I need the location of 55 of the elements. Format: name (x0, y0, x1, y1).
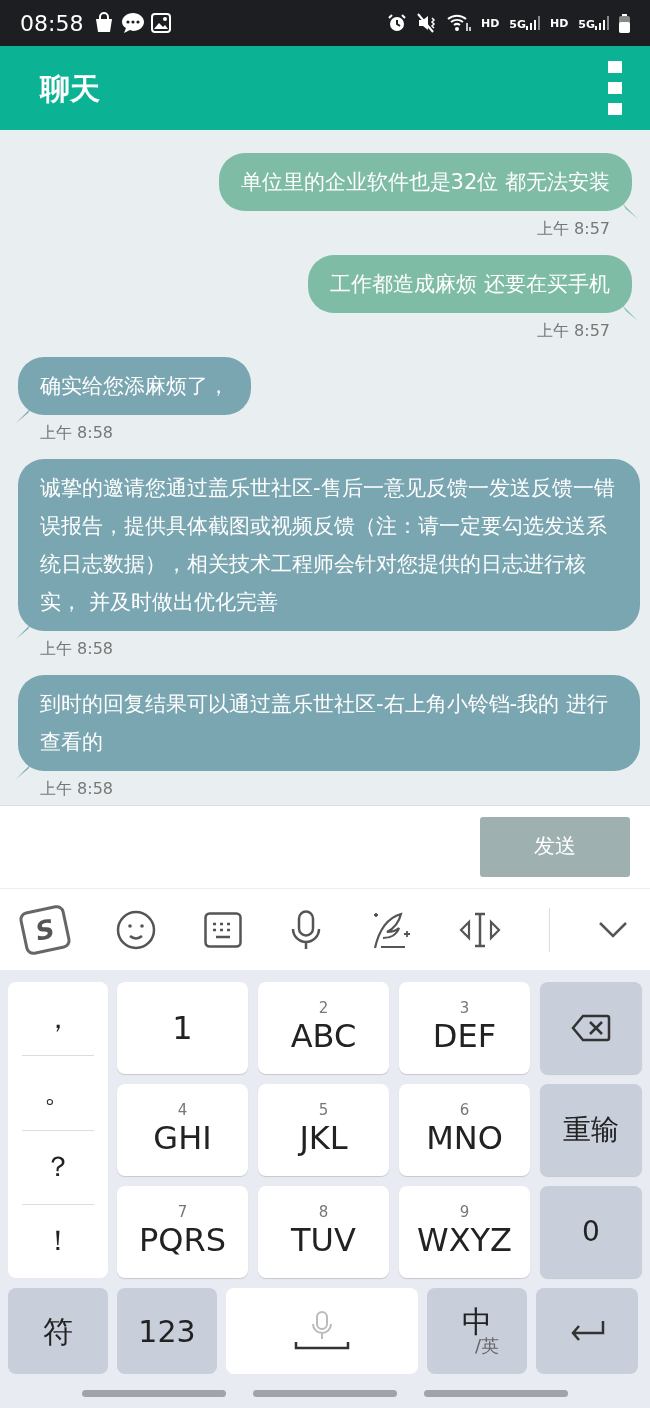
ime-logo-icon[interactable]: S (17, 903, 73, 956)
status-time: 08:58 (20, 9, 84, 38)
wifi-icon (446, 13, 471, 33)
microphone-icon (311, 1311, 333, 1341)
cursor-move-icon[interactable] (458, 911, 501, 948)
network-label: 5G (578, 19, 595, 30)
space-bar-icon (294, 1341, 350, 1351)
message-bubble: 确实给您添麻烦了， (18, 357, 251, 415)
collapse-chevron-icon[interactable] (598, 920, 628, 939)
punctuation-key[interactable]: 。 (22, 1056, 94, 1131)
message-time: 上午 8:57 (537, 218, 610, 240)
message-time: 上午 8:58 (40, 778, 113, 800)
emoji-icon[interactable] (116, 909, 157, 950)
message-bubble: 到时的回复结果可以通过盖乐世社区-右上角小铃铛-我的 进行查看的 (18, 675, 640, 771)
message-bubble: 单位里的企业软件也是32位 都无法安装 (218, 153, 632, 211)
backspace-icon (571, 1014, 611, 1042)
keyboard-key[interactable]: 1 (117, 982, 248, 1074)
language-key[interactable]: 中 /英 (427, 1288, 527, 1374)
punctuation-key[interactable]: ？ (22, 1130, 94, 1205)
keyboard-key[interactable]: 7 PQRS (117, 1186, 248, 1278)
message-bubble: 工作都造成麻烦 还要在买手机 (308, 255, 632, 313)
keyboard-key[interactable]: 重输 (540, 1084, 642, 1176)
image-icon (151, 13, 172, 33)
punctuation-key[interactable]: ， (22, 982, 94, 1057)
microphone-icon[interactable] (290, 909, 323, 950)
signal-icon (595, 16, 609, 30)
keyboard-key[interactable]: 符 (8, 1288, 108, 1374)
message-time: 上午 8:58 (40, 638, 113, 660)
keyboard-key[interactable]: 8 TUV (258, 1186, 389, 1278)
keyboard-key[interactable]: 9 WXYZ (399, 1186, 530, 1278)
header-title: 聊天 (40, 69, 100, 108)
keyboard-key[interactable]: 2 ABC (258, 982, 389, 1074)
network-label: HD (549, 17, 569, 29)
keyboard-key[interactable]: 5 JKL (258, 1084, 389, 1176)
network-label: 5G (509, 19, 526, 30)
battery-icon (619, 13, 630, 33)
keyboard-key[interactable]: 123 (117, 1288, 217, 1374)
bubble-tail-icon (622, 305, 638, 321)
signal-icon (525, 16, 540, 30)
mute-icon (416, 13, 437, 33)
bubble-tail-icon (622, 203, 638, 219)
keyboard-key[interactable]: 3 DEF (399, 982, 530, 1074)
backspace-key[interactable] (540, 982, 642, 1074)
keyboard-key[interactable]: 0 (540, 1186, 642, 1278)
keyboard-icon[interactable] (204, 911, 243, 948)
chat-bubble-icon (121, 12, 146, 34)
more-menu-icon[interactable] (608, 61, 622, 115)
message-time: 上午 8:58 (40, 422, 113, 444)
keyboard-key[interactable]: 4 GHI (117, 1084, 248, 1176)
keyboard-key[interactable]: 6 MNO (399, 1084, 530, 1176)
message-bubble: 诚挚的邀请您通过盖乐世社区-售后一意见反馈一发送反馈一错误报告，提供具体截图或视频反馈（注：请一定要勾选发送系统日志数据），相关技术工程师会针对您提供的日志进行核实， 并及时做出优化完善 (18, 459, 640, 631)
punctuation-key[interactable]: ！ (22, 1204, 94, 1278)
message-time: 上午 8:57 (537, 320, 610, 342)
network-label: HD (480, 17, 500, 29)
alarm-icon (386, 13, 407, 33)
